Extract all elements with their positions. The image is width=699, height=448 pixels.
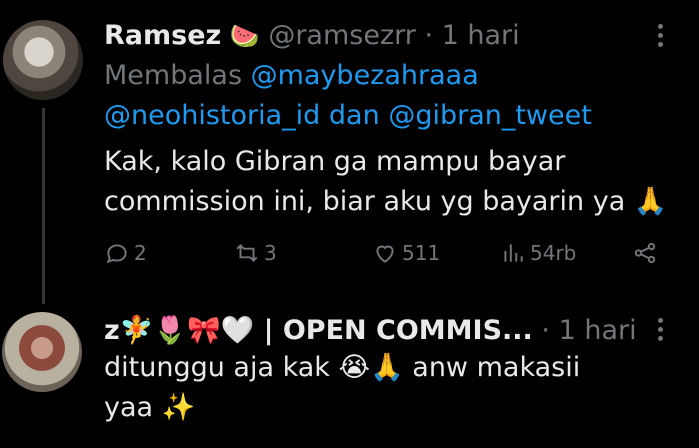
separator-dot: · [424, 20, 434, 51]
share-button[interactable] [632, 240, 658, 266]
tweet-reply[interactable]: z🧚🌷🎀🤍 | OPEN COMMIS... · 1 hari ditunggu… [0, 300, 699, 448]
tweet-text-line: ditunggu aja kak 😭🙏 anw makasii [104, 352, 581, 383]
like-button[interactable]: 511 [372, 240, 440, 266]
more-options-icon[interactable] [657, 318, 665, 344]
tweet-header: Ramsez 🍉 @ramsezrr · 1 hari [104, 20, 520, 51]
tweet-actions: 2 3 511 54rb [104, 240, 664, 274]
tweet-text-line: yaa ✨ [104, 392, 196, 423]
display-name[interactable]: Ramsez [104, 20, 221, 51]
reply-icon [106, 244, 127, 264]
views-button[interactable]: 54rb [500, 240, 576, 266]
more-options-icon[interactable] [657, 24, 665, 50]
tweet-text: ditunggu aja kak 😭🙏 anw makasii yaa ✨ [104, 348, 580, 428]
share-icon [634, 242, 656, 264]
reply-button[interactable]: 2 [104, 240, 147, 266]
tweet-text-line: Kak, kalo Gibran ga mampu bayar [104, 146, 566, 177]
like-count: 511 [402, 241, 441, 265]
heart-icon [376, 245, 394, 263]
tweet-text-line: commission ini, biar aku yg bayarin ya 🙏 [104, 186, 668, 217]
watermelon-emoji: 🍉 [229, 22, 260, 50]
avatar[interactable] [3, 20, 83, 100]
views-icon [504, 244, 523, 262]
replying-prefix: Membalas [104, 60, 243, 91]
views-count: 54rb [530, 241, 577, 265]
repost-count: 3 [264, 241, 277, 265]
timestamp[interactable]: 1 hari [559, 315, 637, 346]
reply-count: 2 [134, 241, 147, 265]
mention-maybezahraaa[interactable]: @maybezahraaa [251, 60, 479, 91]
repost-icon [236, 244, 258, 262]
replying-to: Membalas @maybezahraaa @neohistoria_id d… [104, 56, 592, 136]
tweet-header: z🧚🌷🎀🤍 | OPEN COMMIS... · 1 hari [104, 314, 637, 346]
repost-button[interactable]: 3 [234, 240, 277, 266]
thread-line [42, 108, 45, 304]
timestamp[interactable]: 1 hari [442, 20, 520, 51]
tweet-ramsez[interactable]: Ramsez 🍉 @ramsezrr · 1 hari Membalas @ma… [0, 0, 699, 304]
user-handle[interactable]: @ramsezrr [268, 20, 416, 51]
separator-dot: · [541, 315, 550, 346]
replying-and: dan [328, 100, 380, 131]
mention-neohistoria[interactable]: @neohistoria_id [104, 100, 320, 131]
display-name[interactable]: z🧚🌷🎀🤍 | OPEN COMMIS... [104, 315, 533, 346]
avatar[interactable] [2, 312, 82, 392]
tweet-text: Kak, kalo Gibran ga mampu bayar commissi… [104, 142, 667, 222]
mention-gibran-tweet[interactable]: @gibran_tweet [388, 100, 592, 131]
